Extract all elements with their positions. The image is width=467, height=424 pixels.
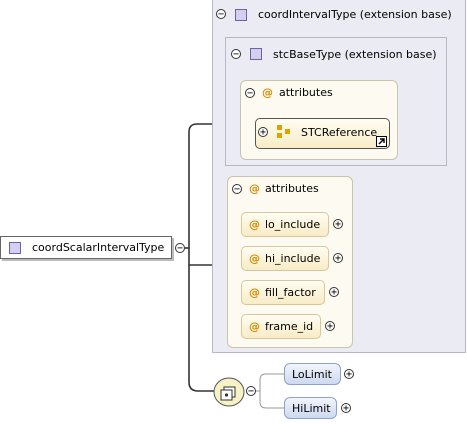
- attribute-name: lo_include: [265, 218, 321, 231]
- stcbasetype-collapse-toggle[interactable]: −: [231, 49, 241, 60]
- root-type-collapse-toggle[interactable]: −: [175, 243, 185, 254]
- reference-link-icon[interactable]: [376, 136, 387, 147]
- attribute-icon: @: [249, 218, 260, 231]
- coordintervaltype-collapse-toggle[interactable]: −: [216, 9, 226, 20]
- stcbasetype-attributes-collapse-toggle[interactable]: −: [245, 88, 255, 99]
- attributes-collapse-toggle[interactable]: −: [232, 184, 242, 195]
- coordintervaltype-label: coordIntervalType (extension base): [258, 8, 452, 21]
- stcreference-expand-toggle[interactable]: +: [258, 127, 268, 138]
- complex-type-icon: [9, 242, 21, 254]
- attribute-name: fill_factor: [265, 286, 316, 299]
- connector-sequence-to-lolimit: [256, 373, 285, 392]
- attribute-icon: @: [262, 86, 273, 99]
- connector-to-sequence: [188, 265, 214, 392]
- attributes-label: attributes: [265, 182, 319, 195]
- attribute-icon: @: [249, 252, 260, 265]
- attribute-icon: @: [249, 320, 260, 333]
- connector-sequence-to-hilimit: [259, 391, 285, 409]
- sequence-collapse-toggle[interactable]: −: [246, 386, 256, 397]
- stcreference-label: STCReference: [301, 126, 378, 139]
- complex-type-icon: [235, 9, 247, 21]
- attribute-group-icon: [277, 125, 290, 138]
- stcbasetype-label: stcBaseType (extension base): [273, 48, 437, 61]
- element-name: LoLimit: [292, 368, 332, 381]
- hi-include-expand-toggle[interactable]: +: [333, 253, 343, 264]
- stcbasetype-attributes-label: attributes: [279, 86, 333, 99]
- root-type-label: coordScalarIntervalType: [32, 241, 165, 254]
- fill-factor-expand-toggle[interactable]: +: [329, 287, 339, 298]
- sequence-compositor-icon[interactable]: [213, 376, 247, 408]
- attribute-name: frame_id: [265, 320, 314, 333]
- element-name: HiLimit: [292, 402, 331, 415]
- frame-id-expand-toggle[interactable]: +: [325, 321, 335, 332]
- attribute-name: hi_include: [265, 252, 321, 265]
- attribute-icon: @: [249, 286, 260, 299]
- attribute-icon: @: [249, 182, 260, 195]
- lo-include-expand-toggle[interactable]: +: [333, 219, 343, 230]
- complex-type-icon: [250, 48, 262, 60]
- hilimit-expand-toggle[interactable]: +: [341, 403, 351, 414]
- lolimit-expand-toggle[interactable]: +: [344, 369, 354, 380]
